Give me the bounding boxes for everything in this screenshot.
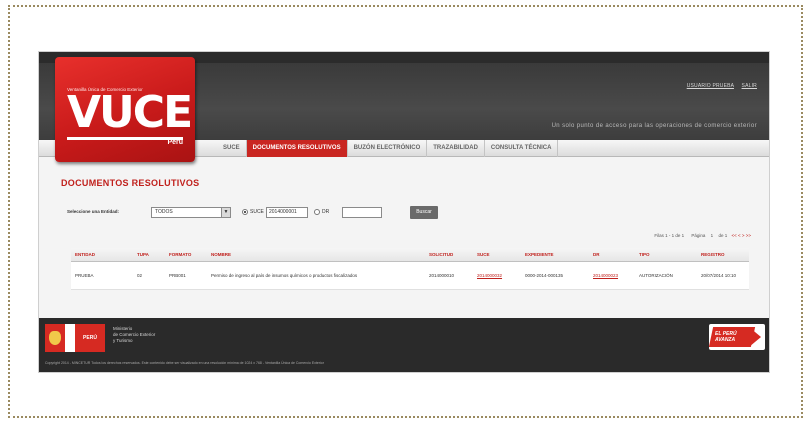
col-suce[interactable]: SUCE: [473, 252, 521, 257]
tab-documentos-resolutivos[interactable]: DOCUMENTOS RESOLUTIVOS: [246, 140, 348, 157]
ministry-name: Ministerio de Comercio Exterior y Turism…: [113, 326, 155, 344]
radio-suce-label: SUCE: [250, 209, 264, 215]
pager: Filas 1 - 1 de 1 Página 1 de 1 << < > >>: [654, 233, 751, 238]
logo-underline: [67, 137, 183, 140]
entity-select[interactable]: TODOS ▼: [151, 207, 231, 218]
col-registro[interactable]: REGISTRO: [697, 252, 749, 257]
search-button[interactable]: Buscar: [410, 206, 438, 219]
col-expediente[interactable]: EXPEDIENTE: [521, 252, 589, 257]
footer: PERÚ Ministerio de Comercio Exterior y T…: [39, 318, 769, 372]
chevron-down-icon[interactable]: ▼: [221, 208, 230, 217]
arrow-right-icon: [749, 327, 761, 347]
pager-of-label: de 1: [718, 233, 728, 238]
logo-country: Perú: [167, 139, 183, 146]
copyright-text: Copyright 2014 - MINCETUR Todos los dere…: [45, 361, 324, 365]
radio-dr-label: DR: [322, 209, 330, 215]
entity-select-value: TODOS: [155, 209, 173, 215]
vuce-window: USUARIO PRUEBA SALIR Un solo punto de ac…: [38, 51, 770, 373]
dr-number-input[interactable]: [342, 207, 382, 218]
cell-expediente: 0000-2014-000135: [525, 272, 564, 278]
col-entidad[interactable]: ENTIDAD: [71, 252, 133, 257]
cell-tupa: 02: [137, 272, 143, 278]
coat-of-arms-icon: [49, 331, 61, 345]
cell-tipo: AUTORIZACIÓN: [639, 272, 673, 278]
tab-suce[interactable]: SUCE: [217, 140, 247, 157]
logout-link[interactable]: SALIR: [742, 83, 757, 89]
tab-buzon-electronico[interactable]: BUZÓN ELECTRÓNICO: [348, 140, 428, 157]
entity-label: Seleccione una Entidad:: [67, 209, 120, 214]
table-header: ENTIDAD TUPA FORMATO NOMBRE SOLICITUD SU…: [71, 248, 749, 262]
brand-line-2: AVANZA: [715, 337, 736, 343]
cell-dr-link[interactable]: 2014000023: [589, 273, 635, 279]
vuce-logo[interactable]: Ventanilla Única de Comercio Exterior VU…: [55, 57, 195, 162]
tab-trazabilidad[interactable]: TRAZABILIDAD: [427, 140, 485, 157]
radio-suce[interactable]: [242, 209, 248, 215]
col-tipo[interactable]: TIPO: [635, 252, 697, 257]
col-formato[interactable]: FORMATO: [165, 252, 207, 257]
cell-formato: PRB001: [169, 272, 186, 278]
pager-page-input[interactable]: 1: [711, 233, 714, 238]
peru-flag-logo[interactable]: PERÚ: [45, 324, 105, 352]
pager-summary: Filas 1 - 1 de 1: [654, 233, 685, 238]
el-peru-avanza-logo[interactable]: EL PERÚ AVANZA: [709, 324, 765, 350]
cell-nombre: Permiso de ingreso al país de insumos qu…: [211, 272, 358, 278]
user-name-link[interactable]: USUARIO PRUEBA: [687, 83, 734, 89]
col-tupa[interactable]: TUPA: [133, 252, 165, 257]
col-solicitud[interactable]: SOLICITUD: [425, 252, 473, 257]
cell-entidad: PRUEBA: [75, 272, 94, 278]
page-title: DOCUMENTOS RESOLUTIVOS: [61, 178, 200, 188]
suce-number-input[interactable]: 2014000001: [266, 207, 308, 218]
results-table: ENTIDAD TUPA FORMATO NOMBRE SOLICITUD SU…: [71, 248, 749, 290]
tab-consulta-tecnica[interactable]: CONSULTA TÉCNICA: [485, 140, 559, 157]
pager-page-label: Página: [691, 233, 706, 238]
cell-registro: 20/07/2014 10:10: [701, 272, 737, 278]
flag-text: PERÚ: [75, 324, 105, 352]
header-tagline: Un solo punto de acceso para las operaci…: [551, 123, 757, 129]
pager-nav-links[interactable]: << < > >>: [731, 233, 751, 238]
ministry-line-3: y Turismo: [113, 338, 133, 343]
radio-dr[interactable]: [314, 209, 320, 215]
cell-solicitud: 2014000010: [429, 272, 455, 278]
cell-suce-link[interactable]: 2014000032: [473, 273, 521, 279]
search-form: Seleccione una Entidad: TODOS ▼ SUCE 201…: [61, 205, 461, 221]
table-row[interactable]: PRUEBA 02 PRB001 Permiso de ingreso al p…: [71, 262, 749, 290]
user-links: USUARIO PRUEBA SALIR: [681, 83, 757, 89]
col-dr[interactable]: DR: [589, 252, 635, 257]
logo-word: VUCE: [67, 87, 193, 138]
col-nombre[interactable]: NOMBRE: [207, 252, 425, 257]
